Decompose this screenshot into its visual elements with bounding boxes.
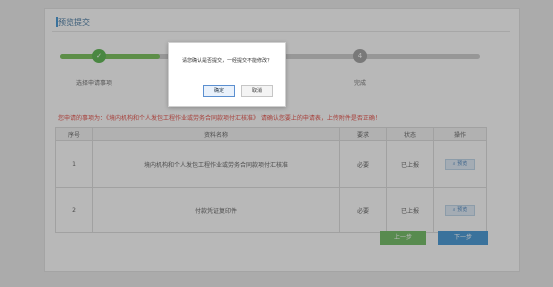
dialog-message: 请您确认是否提交，一经提交不能修改？ — [181, 58, 272, 64]
confirm-dialog: 请您确认是否提交，一经提交不能修改？ 确定 取消 — [168, 42, 286, 107]
cancel-button[interactable]: 取消 — [241, 85, 273, 97]
ok-button[interactable]: 确定 — [203, 85, 235, 97]
